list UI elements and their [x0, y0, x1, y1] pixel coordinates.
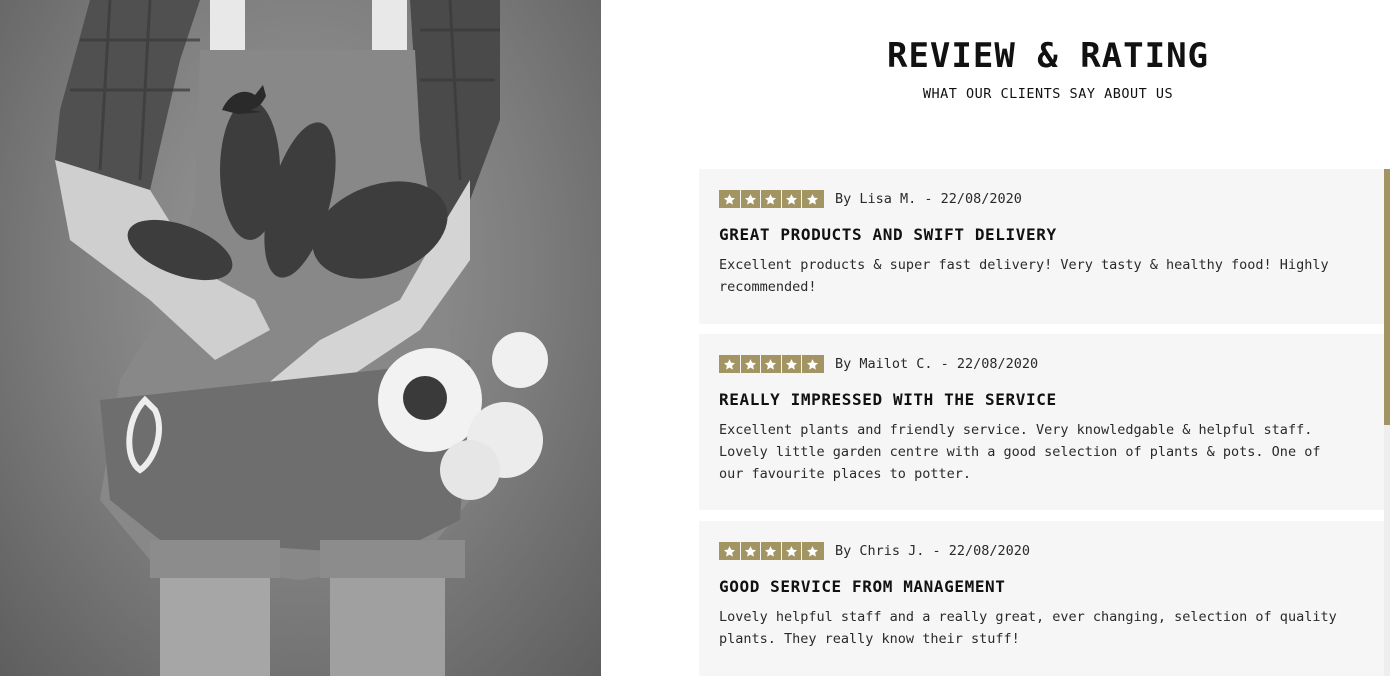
- star-icon: [782, 542, 803, 560]
- review-title: REALLY IMPRESSED WITH THE SERVICE: [719, 390, 1057, 409]
- star-icon: [782, 190, 803, 208]
- review-author: By Chris J. - 22/08/2020: [834, 543, 1031, 559]
- star-icon: [741, 355, 762, 373]
- review-text: Excellent plants and friendly service. V…: [719, 422, 1321, 482]
- star-icon: [741, 190, 762, 208]
- review-card: By Mailot C. - 22/08/2020 REALLY IMPRESS…: [699, 334, 1385, 510]
- star-icon: [720, 542, 741, 560]
- review-meta: By Lisa M. - 22/08/2020: [719, 189, 1365, 209]
- section-title: REVIEW & RATING: [886, 36, 1210, 76]
- gardener-photo: [0, 0, 601, 676]
- review-title: GREAT PRODUCTS AND SWIFT DELIVERY: [719, 225, 1057, 244]
- reviews-list[interactable]: By Lisa M. - 22/08/2020 GREAT PRODUCTS A…: [699, 169, 1385, 676]
- review-text: Lovely helpful staff and a really great,…: [719, 609, 1337, 647]
- star-icon: [761, 190, 782, 208]
- review-meta: By Chris J. - 22/08/2020: [719, 541, 1365, 561]
- star-icon: [741, 542, 762, 560]
- star-rating: [719, 542, 824, 560]
- review-meta: By Mailot C. - 22/08/2020: [719, 354, 1365, 374]
- gardener-illustration: [55, 0, 548, 676]
- star-rating: [719, 355, 824, 373]
- star-icon: [761, 355, 782, 373]
- star-icon: [761, 542, 782, 560]
- scrollbar-thumb[interactable]: [1384, 169, 1390, 425]
- review-author: By Mailot C. - 22/08/2020: [834, 356, 1039, 372]
- reviews-column: REVIEW & RATING WHAT OUR CLIENTS SAY ABO…: [699, 0, 1385, 676]
- reviews-scrollbar[interactable]: [1384, 169, 1390, 676]
- review-card: By Chris J. - 22/08/2020 GOOD SERVICE FR…: [699, 521, 1385, 676]
- review-card: By Lisa M. - 22/08/2020 GREAT PRODUCTS A…: [699, 169, 1385, 324]
- star-icon: [802, 355, 823, 373]
- star-icon: [720, 190, 741, 208]
- review-section: REVIEW & RATING WHAT OUR CLIENTS SAY ABO…: [0, 0, 1395, 676]
- review-text: Excellent products & super fast delivery…: [719, 257, 1329, 295]
- star-rating: [719, 190, 824, 208]
- review-title: GOOD SERVICE FROM MANAGEMENT: [719, 577, 1006, 596]
- star-icon: [802, 190, 823, 208]
- star-icon: [720, 355, 741, 373]
- review-author: By Lisa M. - 22/08/2020: [834, 191, 1022, 207]
- section-subtitle: WHAT OUR CLIENTS SAY ABOUT US: [922, 86, 1174, 102]
- star-icon: [802, 542, 823, 560]
- star-icon: [782, 355, 803, 373]
